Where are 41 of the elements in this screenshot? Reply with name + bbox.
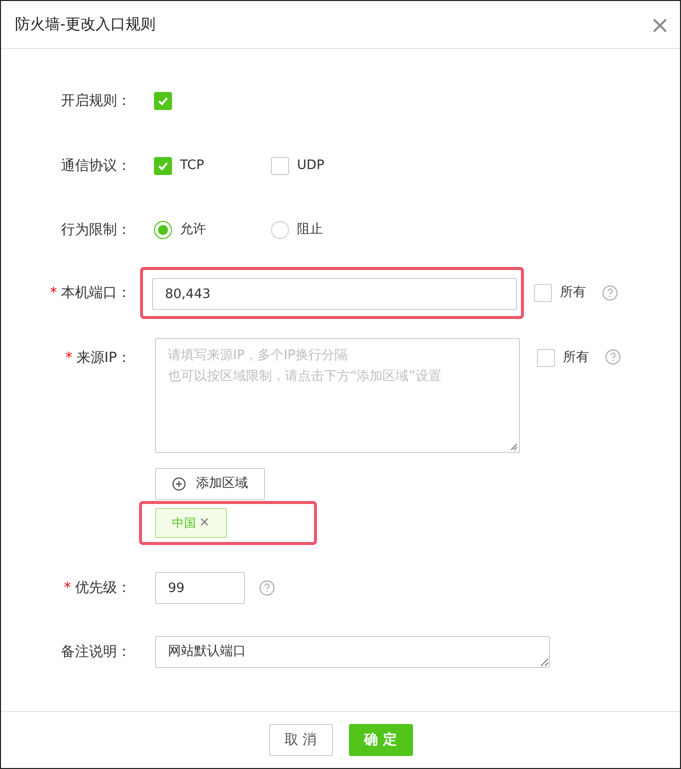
remove-tag-button[interactable]: × [199, 513, 210, 533]
dialog-title: 防火墙-更改入口规则 [15, 14, 156, 36]
port-field[interactable]: 80,443 [152, 278, 517, 310]
checkbox[interactable] [534, 284, 552, 302]
close-button[interactable]: × [650, 12, 670, 36]
checkbox[interactable] [154, 92, 172, 110]
required-asterisk: * [65, 348, 72, 368]
field-label: 备注说明： [61, 642, 131, 662]
checkbox[interactable] [271, 157, 289, 175]
option-label: 所有 [560, 284, 586, 302]
required-asterisk: * [64, 578, 71, 598]
radio-button[interactable] [154, 221, 172, 239]
field-label: 通信协议： [61, 156, 131, 176]
field-label: 优先级： [75, 578, 131, 598]
option-label: 允许 [180, 221, 206, 240]
option-label: TCP [180, 157, 204, 176]
placeholder-text: 也可以按区域限制，请点击下方“添加区域”设置 [168, 368, 442, 386]
remark-field[interactable]: 网站默认端口 [155, 636, 550, 668]
field-label: 行为限制： [61, 220, 131, 240]
placeholder-text: 请填写来源IP，多个IP换行分隔 [168, 347, 348, 365]
option-label: 阻止 [297, 221, 323, 240]
help-icon[interactable] [602, 285, 618, 301]
field-label: 开启规则： [61, 92, 131, 110]
tag-label: 中国 [172, 515, 196, 532]
option-label: UDP [297, 157, 324, 176]
priority-field[interactable]: 99 [155, 572, 245, 604]
check-icon [157, 95, 169, 107]
checkbox[interactable] [537, 348, 555, 367]
field-label: 本机端口： [61, 284, 131, 302]
required-asterisk: * [50, 284, 57, 302]
add-region-button[interactable]: 添加区域 [155, 468, 265, 500]
field-label: 来源IP： [76, 348, 131, 368]
help-icon[interactable] [605, 349, 621, 365]
check-icon [157, 160, 169, 172]
plus-circle-icon [172, 477, 186, 491]
cancel-button[interactable]: 取 消 [268, 724, 332, 756]
help-icon[interactable] [259, 580, 275, 596]
checkbox[interactable] [154, 157, 172, 175]
resize-grip-icon[interactable] [510, 443, 518, 451]
radio-button[interactable] [271, 221, 289, 239]
option-label: 所有 [563, 349, 589, 367]
